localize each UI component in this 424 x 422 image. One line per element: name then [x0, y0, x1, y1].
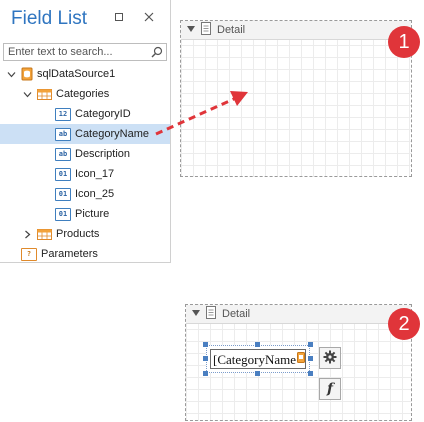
field-item[interactable]: 01 Picture: [0, 204, 170, 224]
text-field-icon: ab: [55, 127, 71, 141]
resize-handle[interactable]: [308, 371, 313, 376]
restore-icon[interactable]: [111, 10, 127, 26]
drag-arrow-icon: [155, 91, 248, 136]
field-item[interactable]: 01 Icon_25: [0, 184, 170, 204]
field-list-panel: Field List sqlDataSource1 Categories 12: [0, 0, 171, 263]
chevron-down-icon[interactable]: [6, 69, 16, 79]
resize-handle[interactable]: [255, 342, 260, 347]
binary-field-icon: 01: [55, 187, 71, 201]
search-icon[interactable]: [151, 46, 163, 61]
label-expression: [CategoryName: [213, 352, 297, 367]
resize-handle[interactable]: [308, 342, 313, 347]
field-label: Icon_25: [75, 188, 115, 200]
field-label: Picture: [75, 208, 110, 220]
datasource-label: sqlDataSource1: [37, 68, 116, 80]
tree-node-parameters[interactable]: ? Parameters: [0, 244, 170, 264]
products-label: Products: [56, 228, 100, 240]
table-icon: [37, 88, 52, 100]
database-icon: [21, 67, 33, 81]
chevron-down-icon[interactable]: [22, 89, 32, 99]
numeric-field-icon: 12: [55, 107, 71, 121]
field-item[interactable]: ab Description: [0, 144, 170, 164]
expression-button[interactable]: f: [319, 378, 341, 400]
resize-handle[interactable]: [255, 371, 260, 376]
tree-node-datasource[interactable]: sqlDataSource1: [0, 64, 170, 84]
collapse-triangle-icon[interactable]: [192, 308, 200, 320]
parameters-icon: ?: [21, 247, 37, 261]
tree-node-products[interactable]: Products: [0, 224, 170, 244]
field-label: Description: [75, 148, 131, 160]
table-icon: [37, 228, 52, 240]
step-badge-1: 1: [388, 26, 420, 58]
text-field-icon: ab: [55, 147, 71, 161]
resize-handle[interactable]: [308, 356, 313, 361]
band-label: Detail: [217, 24, 246, 36]
panel-title: Field List: [11, 8, 88, 29]
parameters-label: Parameters: [41, 248, 98, 260]
field-label: CategoryID: [75, 108, 131, 120]
band-label: Detail: [222, 308, 251, 320]
field-item-selected[interactable]: ab CategoryName: [0, 124, 170, 144]
resize-handle[interactable]: [203, 342, 208, 347]
step-badge-2: 2: [388, 308, 420, 340]
field-item[interactable]: 01 Icon_17: [0, 164, 170, 184]
smart-tag-button[interactable]: [319, 347, 341, 369]
field-item[interactable]: 12 CategoryID: [0, 104, 170, 124]
field-label: CategoryName: [75, 128, 149, 140]
label-control[interactable]: [CategoryName: [206, 345, 310, 373]
categories-label: Categories: [56, 88, 110, 100]
binary-field-icon: 01: [55, 207, 71, 221]
field-label: Icon_17: [75, 168, 115, 180]
chevron-right-icon[interactable]: [22, 229, 32, 239]
tree-node-categories[interactable]: Categories: [0, 84, 170, 104]
search-box: [3, 43, 167, 61]
detail-band-header[interactable]: Detail: [186, 305, 411, 324]
detail-band-header[interactable]: Detail: [181, 21, 411, 40]
band-icon: [201, 22, 211, 38]
function-icon: f: [326, 381, 334, 397]
resize-handle[interactable]: [203, 356, 208, 361]
resize-handle[interactable]: [203, 371, 208, 376]
label-text-box[interactable]: [CategoryName: [210, 349, 306, 369]
binary-field-icon: 01: [55, 167, 71, 181]
close-icon[interactable]: [141, 10, 157, 26]
band-icon: [206, 306, 216, 322]
collapse-triangle-icon[interactable]: [187, 24, 195, 36]
data-binding-icon: [297, 352, 305, 366]
search-input[interactable]: [4, 44, 152, 60]
gear-icon: [323, 350, 337, 367]
